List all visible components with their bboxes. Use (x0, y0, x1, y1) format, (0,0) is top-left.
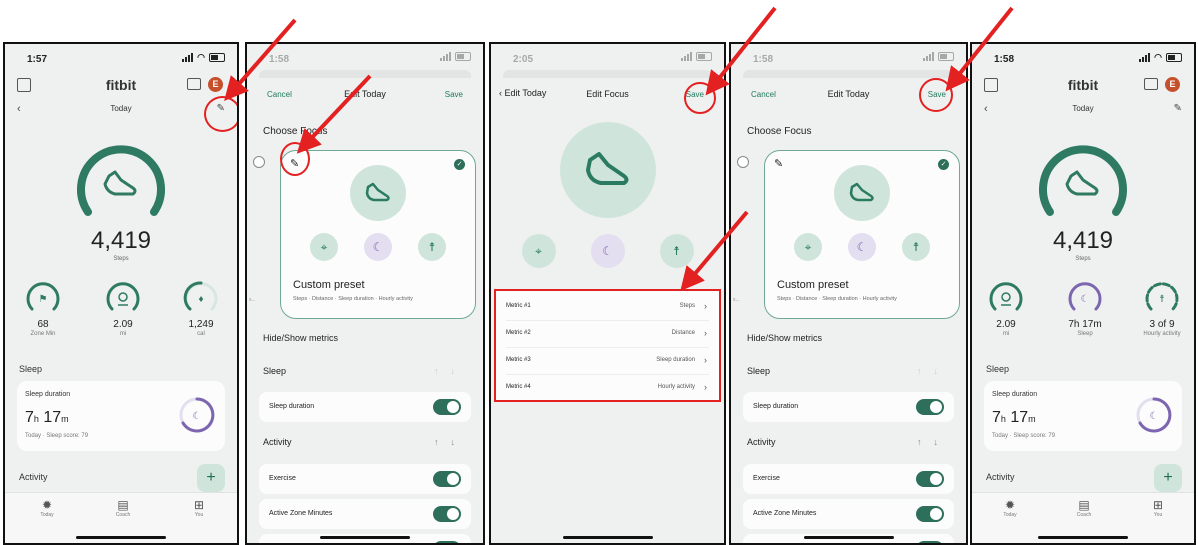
arrow-to-metrics (680, 210, 749, 292)
annotation-arrows (224, 6, 1014, 292)
arrow-to-focus-save (705, 6, 777, 96)
arrow-to-edit-pencil (224, 18, 297, 102)
arrow-to-preset-pencil (296, 74, 372, 154)
arrow-to-today-save (945, 6, 1014, 92)
